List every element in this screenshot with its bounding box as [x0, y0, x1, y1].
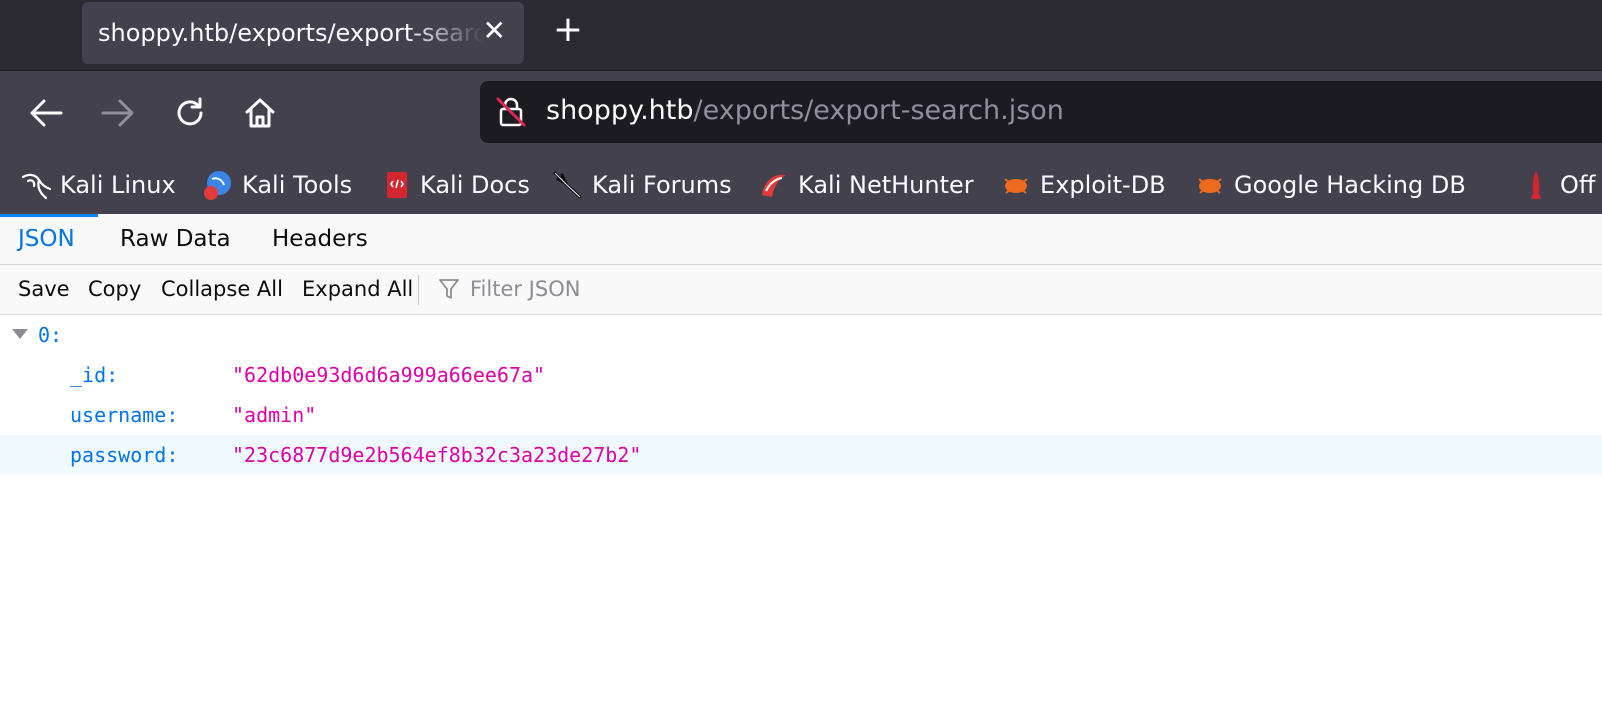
json-key: _id:: [70, 363, 119, 387]
bookmark-google-hacking-db[interactable]: Google Hacking DB: [1194, 168, 1466, 202]
reload-icon: [177, 97, 203, 126]
json-index-key: 0:: [38, 323, 63, 347]
filter-json-input[interactable]: [468, 276, 1072, 302]
filter-icon: [439, 279, 459, 299]
bookmark-label: Kali Tools: [242, 171, 353, 199]
json-toolbar: Save Copy Collapse All Expand All: [0, 265, 1602, 315]
toolbar-divider: [418, 275, 419, 305]
kali-forums-icon: [552, 169, 584, 201]
json-value: "admin": [232, 403, 317, 427]
bookmark-kali-tools[interactable]: Kali Tools: [202, 168, 352, 202]
bookmark-label: Exploit-DB: [1040, 171, 1166, 199]
bookmark-offsec[interactable]: Off: [1520, 168, 1595, 202]
ghdb-icon: [1194, 169, 1226, 201]
tree-row-index[interactable]: 0:: [0, 315, 1602, 355]
tab-raw-data[interactable]: Raw Data: [120, 214, 231, 264]
json-key: password:: [70, 443, 179, 467]
tree-row-username[interactable]: username: "admin": [0, 395, 1602, 435]
bookmark-kali-linux[interactable]: Kali Linux: [20, 168, 176, 202]
reload-button[interactable]: [166, 89, 214, 137]
bookmark-label: Kali NetHunter: [798, 171, 974, 199]
tab-headers[interactable]: Headers: [272, 214, 368, 264]
bookmark-kali-docs[interactable]: Kali Docs: [380, 168, 530, 202]
kali-docs-icon: [380, 169, 412, 201]
bookmark-kali-forums[interactable]: Kali Forums: [552, 168, 732, 202]
kali-dragon-icon: [20, 169, 52, 201]
new-tab-button[interactable]: +: [550, 10, 586, 50]
kali-nethunter-icon: [758, 169, 790, 201]
tree-row-password[interactable]: password: "23c6877d9e2b564ef8b32c3a23de2…: [0, 435, 1602, 475]
bookmark-label: Kali Docs: [420, 171, 530, 199]
forward-button[interactable]: [94, 89, 142, 137]
expand-all-button[interactable]: Expand All: [302, 271, 413, 307]
filter-json[interactable]: [438, 271, 1138, 307]
bookmark-label: Kali Linux: [60, 171, 176, 199]
tab-strip: shoppy.htb/exports/export-search.json ✕ …: [0, 0, 1602, 70]
collapse-all-button[interactable]: Collapse All: [161, 271, 283, 307]
navigation-bar: shoppy.htb/exports/export-search.json: [0, 70, 1602, 157]
url-bar[interactable]: shoppy.htb/exports/export-search.json: [480, 81, 1602, 143]
home-button[interactable]: [236, 89, 284, 137]
insecure-lock-icon[interactable]: [494, 95, 528, 129]
bookmarks-toolbar: Kali Linux Kali Tools Kali Docs Kali For…: [0, 156, 1602, 215]
exploit-db-icon: [1000, 169, 1032, 201]
back-button[interactable]: [22, 89, 70, 137]
json-value: "62db0e93d6d6a999a66ee67a": [232, 363, 546, 387]
back-arrow-icon: [30, 99, 63, 127]
forward-arrow-icon: [101, 99, 134, 127]
url-text[interactable]: shoppy.htb/exports/export-search.json: [546, 95, 1064, 126]
json-key: username:: [70, 403, 179, 427]
json-value: "23c6877d9e2b564ef8b32c3a23de27b2": [232, 443, 642, 467]
bookmark-label: Google Hacking DB: [1234, 171, 1466, 199]
expand-toggle-icon[interactable]: [12, 329, 28, 339]
url-host: shoppy.htb: [546, 95, 694, 126]
browser-tab[interactable]: shoppy.htb/exports/export-search.json ✕: [82, 2, 524, 64]
home-icon: [245, 98, 275, 128]
offsec-icon: [1520, 169, 1552, 201]
bookmark-label: Kali Forums: [592, 171, 732, 199]
save-button[interactable]: Save: [18, 271, 70, 307]
bookmark-kali-nethunter[interactable]: Kali NetHunter: [758, 168, 974, 202]
kali-tools-icon: [202, 169, 234, 201]
copy-button[interactable]: Copy: [88, 271, 141, 307]
url-path: /exports/export-search.json: [693, 95, 1064, 126]
bookmark-label: Off: [1560, 171, 1596, 199]
tab-title: shoppy.htb/exports/export-search.json: [98, 19, 484, 47]
close-tab-icon[interactable]: ✕: [483, 16, 506, 46]
tree-row-id[interactable]: _id: "62db0e93d6d6a999a66ee67a": [0, 355, 1602, 395]
tab-json[interactable]: JSON: [18, 214, 75, 264]
json-viewer-tabs: JSON Raw Data Headers: [0, 214, 1602, 265]
bookmark-exploit-db[interactable]: Exploit-DB: [1000, 168, 1166, 202]
